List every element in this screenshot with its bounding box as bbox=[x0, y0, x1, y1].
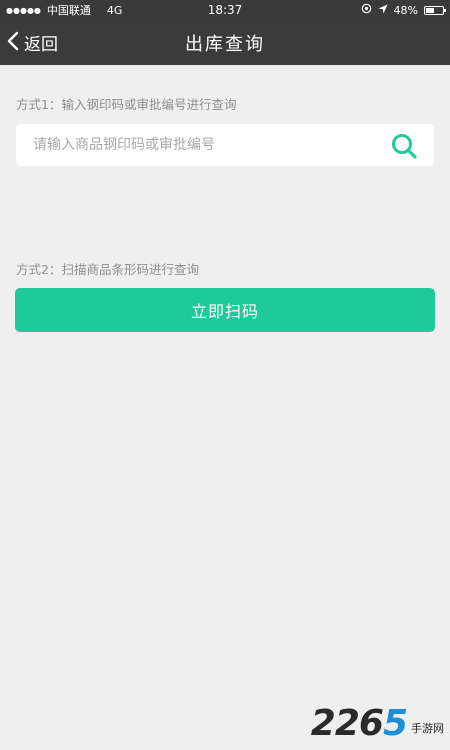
page-title: 出库查询 bbox=[185, 33, 265, 55]
battery-percent: 48% bbox=[393, 3, 418, 17]
watermark-number-prefix: 226 bbox=[310, 703, 384, 744]
battery-icon bbox=[424, 5, 446, 15]
search-input[interactable] bbox=[16, 124, 376, 166]
network-type: 4G bbox=[106, 3, 123, 17]
status-bar: ●●●●● 中国联通 4G 18:37 48% bbox=[0, 0, 450, 20]
back-button[interactable]: 返回 bbox=[6, 20, 58, 65]
search-box bbox=[16, 124, 434, 166]
search-button[interactable] bbox=[390, 132, 418, 160]
scan-now-button[interactable]: 立即扫码 bbox=[15, 288, 435, 332]
signal-strength-icon: ●●●●● bbox=[6, 5, 41, 15]
status-right: 48% bbox=[361, 3, 446, 17]
method2-label: 方式2：扫描商品条形码进行查询 bbox=[16, 262, 199, 277]
chevron-left-icon bbox=[6, 31, 20, 55]
watermark-number: 2265 bbox=[310, 703, 408, 744]
watermark-site-text: 手游网 bbox=[411, 722, 444, 735]
navigation-bar: 返回 出库查询 bbox=[0, 20, 450, 65]
status-left: ●●●●● 中国联通 4G bbox=[6, 2, 122, 18]
back-label: 返回 bbox=[24, 35, 58, 55]
carrier-name: 中国联通 bbox=[46, 4, 91, 17]
battery-level-fill bbox=[426, 7, 434, 13]
scan-button-label: 立即扫码 bbox=[190, 302, 259, 321]
status-time: 18:37 bbox=[207, 3, 243, 17]
location-arrow-icon bbox=[378, 4, 388, 17]
orientation-lock-icon bbox=[361, 3, 372, 17]
watermark-logo: 2265 手游网 bbox=[311, 706, 444, 742]
search-icon bbox=[390, 134, 418, 164]
watermark-number-accent: 5 bbox=[382, 703, 408, 744]
method1-label: 方式1：输入钢印码或审批编号进行查询 bbox=[16, 97, 237, 112]
